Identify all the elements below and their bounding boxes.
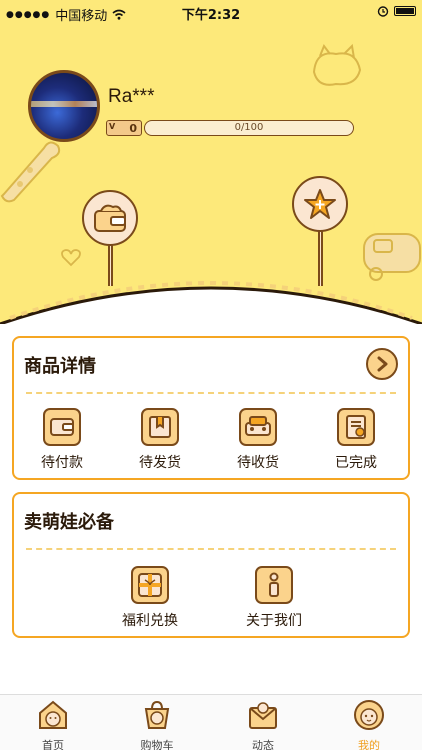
home-hamster-icon: [39, 700, 67, 729]
order-details-more-button[interactable]: [366, 348, 398, 380]
bone-doodle-icon: [0, 141, 61, 203]
order-status-completed[interactable]: 已完成: [316, 408, 396, 472]
level-badge-prefix: V: [109, 122, 116, 131]
order-status-label: 待付款: [41, 455, 83, 471]
essentials-card: 卖萌娃必备 福利兑换 关于我们: [12, 492, 410, 638]
info-icon: [255, 566, 293, 604]
tab-label: 首页: [42, 739, 64, 750]
hill-divider: [0, 281, 422, 324]
level-badge: V 0: [106, 120, 142, 136]
envelope-hamster-icon: [249, 702, 277, 729]
tab-mine[interactable]: 我的: [324, 695, 414, 750]
experience-progress-bar: 0/100: [144, 120, 354, 136]
essentials-title: 卖萌娃必备: [24, 512, 114, 533]
wallet-icon: [94, 204, 126, 232]
order-details-title: 商品详情: [24, 356, 96, 377]
order-details-card: 商品详情 待付款 待发货 待收货 已完成: [12, 336, 410, 480]
tab-label: 购物车: [140, 739, 174, 750]
about-us-button[interactable]: 关于我们: [234, 566, 314, 630]
wallet-icon: [43, 408, 81, 446]
delivery-box-icon: [239, 408, 277, 446]
order-status-label: 已完成: [335, 455, 377, 471]
profile-header: Ra*** V 0 0/100: [0, 24, 422, 324]
essentials-item-label: 福利兑换: [122, 613, 178, 629]
cat-doodle-icon: [312, 43, 362, 86]
essentials-item-label: 关于我们: [246, 613, 302, 629]
battery-icon: [394, 6, 416, 16]
bottom-tab-bar: 首页 购物车 动态 我的: [0, 694, 422, 750]
status-time: 下午2:32: [181, 8, 241, 23]
tab-home[interactable]: 首页: [8, 695, 98, 750]
order-status-label: 待发货: [139, 455, 181, 471]
tab-cart[interactable]: 购物车: [112, 695, 202, 750]
favorites-signpost-button[interactable]: [292, 176, 348, 232]
gift-icon: [131, 566, 169, 604]
tab-label: 我的: [358, 739, 380, 750]
welfare-exchange-button[interactable]: 福利兑换: [110, 566, 190, 630]
order-status-to-receive[interactable]: 待收货: [218, 408, 298, 472]
card-divider: [26, 548, 396, 550]
completed-list-icon: [337, 408, 375, 446]
progress-text: 0/100: [234, 122, 264, 133]
status-right: [377, 5, 416, 17]
wallet-signpost-button[interactable]: [82, 190, 138, 246]
tab-feed[interactable]: 动态: [218, 695, 308, 750]
profile-hamster-icon: [354, 700, 384, 730]
username: Ra***: [108, 86, 155, 107]
package-icon: [141, 408, 179, 446]
tab-label: 动态: [252, 739, 274, 750]
chevron-right-icon: [377, 356, 388, 372]
order-status-pending-payment[interactable]: 待付款: [22, 408, 102, 472]
order-status-to-ship[interactable]: 待发货: [120, 408, 200, 472]
cart-hamster-icon: [144, 700, 170, 729]
alarm-clock-icon: [377, 6, 389, 17]
star-icon: [304, 189, 336, 219]
level-value: 0: [129, 121, 137, 135]
order-status-label: 待收货: [237, 455, 279, 471]
user-avatar[interactable]: [28, 70, 100, 142]
main-content: 商品详情 待付款 待发货 待收货 已完成 卖萌娃必备 福利兑换 关于我们: [0, 324, 422, 694]
status-bar: ●●●●● 中国移动 下午2:32: [0, 0, 422, 24]
card-divider: [26, 392, 396, 394]
